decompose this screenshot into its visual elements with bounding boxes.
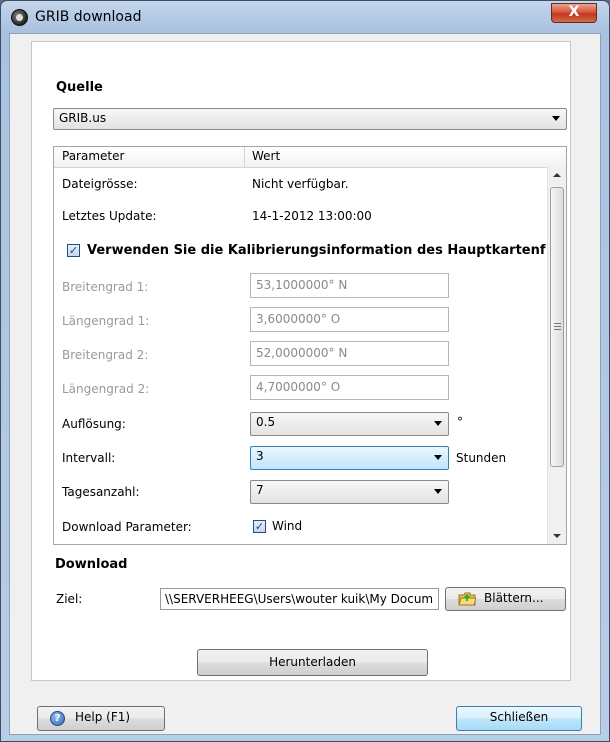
source-section-label: Quelle [56, 80, 103, 95]
chevron-down-icon [434, 455, 442, 460]
days-select[interactable]: 7 [250, 480, 449, 504]
table-scrollbar[interactable] [547, 167, 566, 544]
last-update-value: 14-1-2012 13:00:00 [252, 209, 372, 223]
grip-icon [554, 326, 561, 327]
scroll-thumb[interactable] [550, 187, 564, 467]
app-icon [11, 9, 28, 26]
resolution-select-value: 0.5 [256, 415, 276, 429]
download-parameter-label: Download Parameter: [62, 520, 192, 534]
chevron-down-icon [434, 489, 442, 494]
days-label: Tagesanzahl: [62, 485, 140, 499]
download-button[interactable]: Herunterladen [197, 649, 428, 676]
latitude-1-input[interactable]: 53,1000000° N [250, 273, 449, 298]
title-bar[interactable]: GRIB download X [1, 1, 609, 33]
longitude-1-label: Längengrad 1: [62, 314, 150, 328]
column-divider[interactable] [244, 147, 245, 167]
chevron-down-icon [434, 421, 442, 426]
resolution-select[interactable]: 0.5 [250, 412, 449, 436]
file-size-label: Dateigrösse: [62, 177, 138, 191]
window-title: GRIB download [35, 9, 142, 25]
grip-icon [554, 323, 561, 324]
folder-open-icon [458, 592, 476, 606]
latitude-1-label: Breitengrad 1: [62, 280, 149, 294]
file-size-value: Nicht verfügbar. [252, 177, 349, 191]
last-update-label: Letztes Update: [62, 209, 157, 223]
download-section-label: Download [55, 557, 128, 572]
longitude-2-input[interactable]: 4,7000000° O [250, 375, 449, 400]
browse-button[interactable]: Blättern... [445, 587, 566, 611]
scroll-down-icon[interactable] [553, 534, 561, 538]
help-button-label: Help (F1) [75, 710, 131, 724]
interval-unit: Stunden [456, 451, 507, 465]
column-header-value[interactable]: Wert [252, 149, 280, 163]
latitude-2-input[interactable]: 52,0000000° N [250, 341, 449, 366]
source-select[interactable]: GRIB.us [53, 108, 567, 130]
help-icon: ? [50, 711, 65, 726]
column-header-parameter[interactable]: Parameter [62, 149, 124, 163]
interval-label: Intervall: [62, 451, 116, 465]
latitude-2-label: Breitengrad 2: [62, 348, 149, 362]
wind-checkbox[interactable]: ✓ [253, 520, 266, 533]
resolution-label: Auflösung: [62, 417, 126, 431]
table-header: Parameter Wert [54, 147, 566, 168]
wind-label[interactable]: Wind [272, 519, 302, 533]
target-label: Ziel: [56, 592, 83, 606]
grip-icon [554, 329, 561, 330]
calibration-checkbox[interactable]: ✓ [67, 244, 80, 257]
close-button[interactable]: Schließen [456, 706, 582, 731]
close-window-button[interactable]: X [551, 3, 597, 23]
longitude-2-label: Längengrad 2: [62, 382, 150, 396]
scroll-up-icon[interactable] [553, 173, 561, 177]
chevron-down-icon [552, 116, 560, 121]
interval-select[interactable]: 3 [250, 446, 449, 470]
longitude-1-input[interactable]: 3,6000000° O [250, 307, 449, 332]
days-select-value: 7 [256, 483, 264, 497]
browse-button-label: Blättern... [484, 591, 544, 605]
calibration-label[interactable]: Verwenden Sie die Kalibrierungsinformati… [87, 243, 546, 258]
source-select-value: GRIB.us [59, 111, 107, 125]
help-button[interactable]: ? Help (F1) [37, 706, 165, 731]
grib-download-window: GRIB download X Quelle GRIB.us Parameter… [0, 0, 610, 742]
resolution-unit: ° [457, 415, 463, 429]
interval-select-value: 3 [256, 449, 264, 463]
parameter-table[interactable]: Parameter Wert Dateigrösse: Nicht verfüg… [53, 146, 567, 545]
target-path-input[interactable]: \\SERVERHEEG\Users\wouter kuik\My Docum [160, 588, 439, 610]
